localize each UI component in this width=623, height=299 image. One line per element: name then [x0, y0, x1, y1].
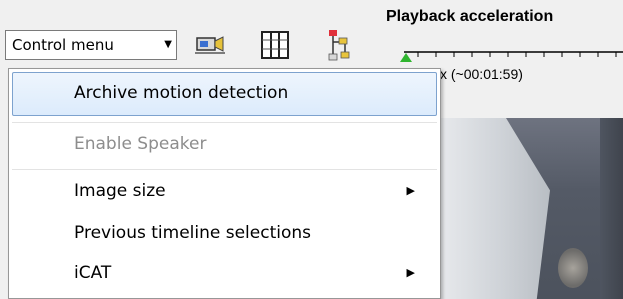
camera-export-button[interactable] — [192, 26, 228, 62]
control-menu-label: Control menu — [12, 36, 114, 54]
film-frames-icon — [261, 31, 289, 59]
slider-marker-icon — [400, 53, 412, 62]
menu-item-enable-speaker[interactable]: Enable Speaker — [12, 123, 437, 167]
timeline-position-text: x (~00:01:59) — [440, 66, 523, 82]
playback-acceleration-slider[interactable] — [398, 48, 623, 62]
menu-item-label: Image size — [74, 181, 166, 201]
camera-export-icon — [195, 36, 225, 54]
film-frames-button[interactable] — [257, 26, 293, 62]
network-tree-icon — [328, 30, 350, 61]
submenu-arrow-icon: ▶ — [406, 184, 415, 197]
network-tree-button[interactable] — [321, 26, 357, 62]
video-pillar-shape — [440, 118, 550, 299]
menu-item-previous-timeline-selections[interactable]: Previous timeline selections — [12, 212, 437, 256]
menu-item-image-size[interactable]: Image size ▶ — [12, 170, 437, 214]
menu-item-label: Archive motion detection — [74, 83, 289, 103]
video-object-shape — [558, 248, 588, 288]
chevron-down-icon: ▼ — [164, 39, 172, 50]
control-context-menu: Archive motion detection Enable Speaker … — [8, 68, 441, 299]
menu-item-icat[interactable]: iCAT ▶ — [12, 252, 437, 296]
playback-acceleration-title: Playback acceleration — [386, 8, 554, 25]
submenu-arrow-icon: ▶ — [406, 266, 415, 279]
menu-item-archive-motion-detection[interactable]: Archive motion detection — [12, 72, 437, 116]
menu-item-label: Enable Speaker — [74, 134, 207, 154]
control-menu-dropdown[interactable]: Control menu ▼ — [5, 30, 177, 60]
menu-item-label: Previous timeline selections — [74, 223, 312, 243]
video-edge-shape — [600, 118, 623, 299]
menu-item-label: iCAT — [74, 263, 112, 283]
video-preview[interactable] — [440, 118, 623, 299]
